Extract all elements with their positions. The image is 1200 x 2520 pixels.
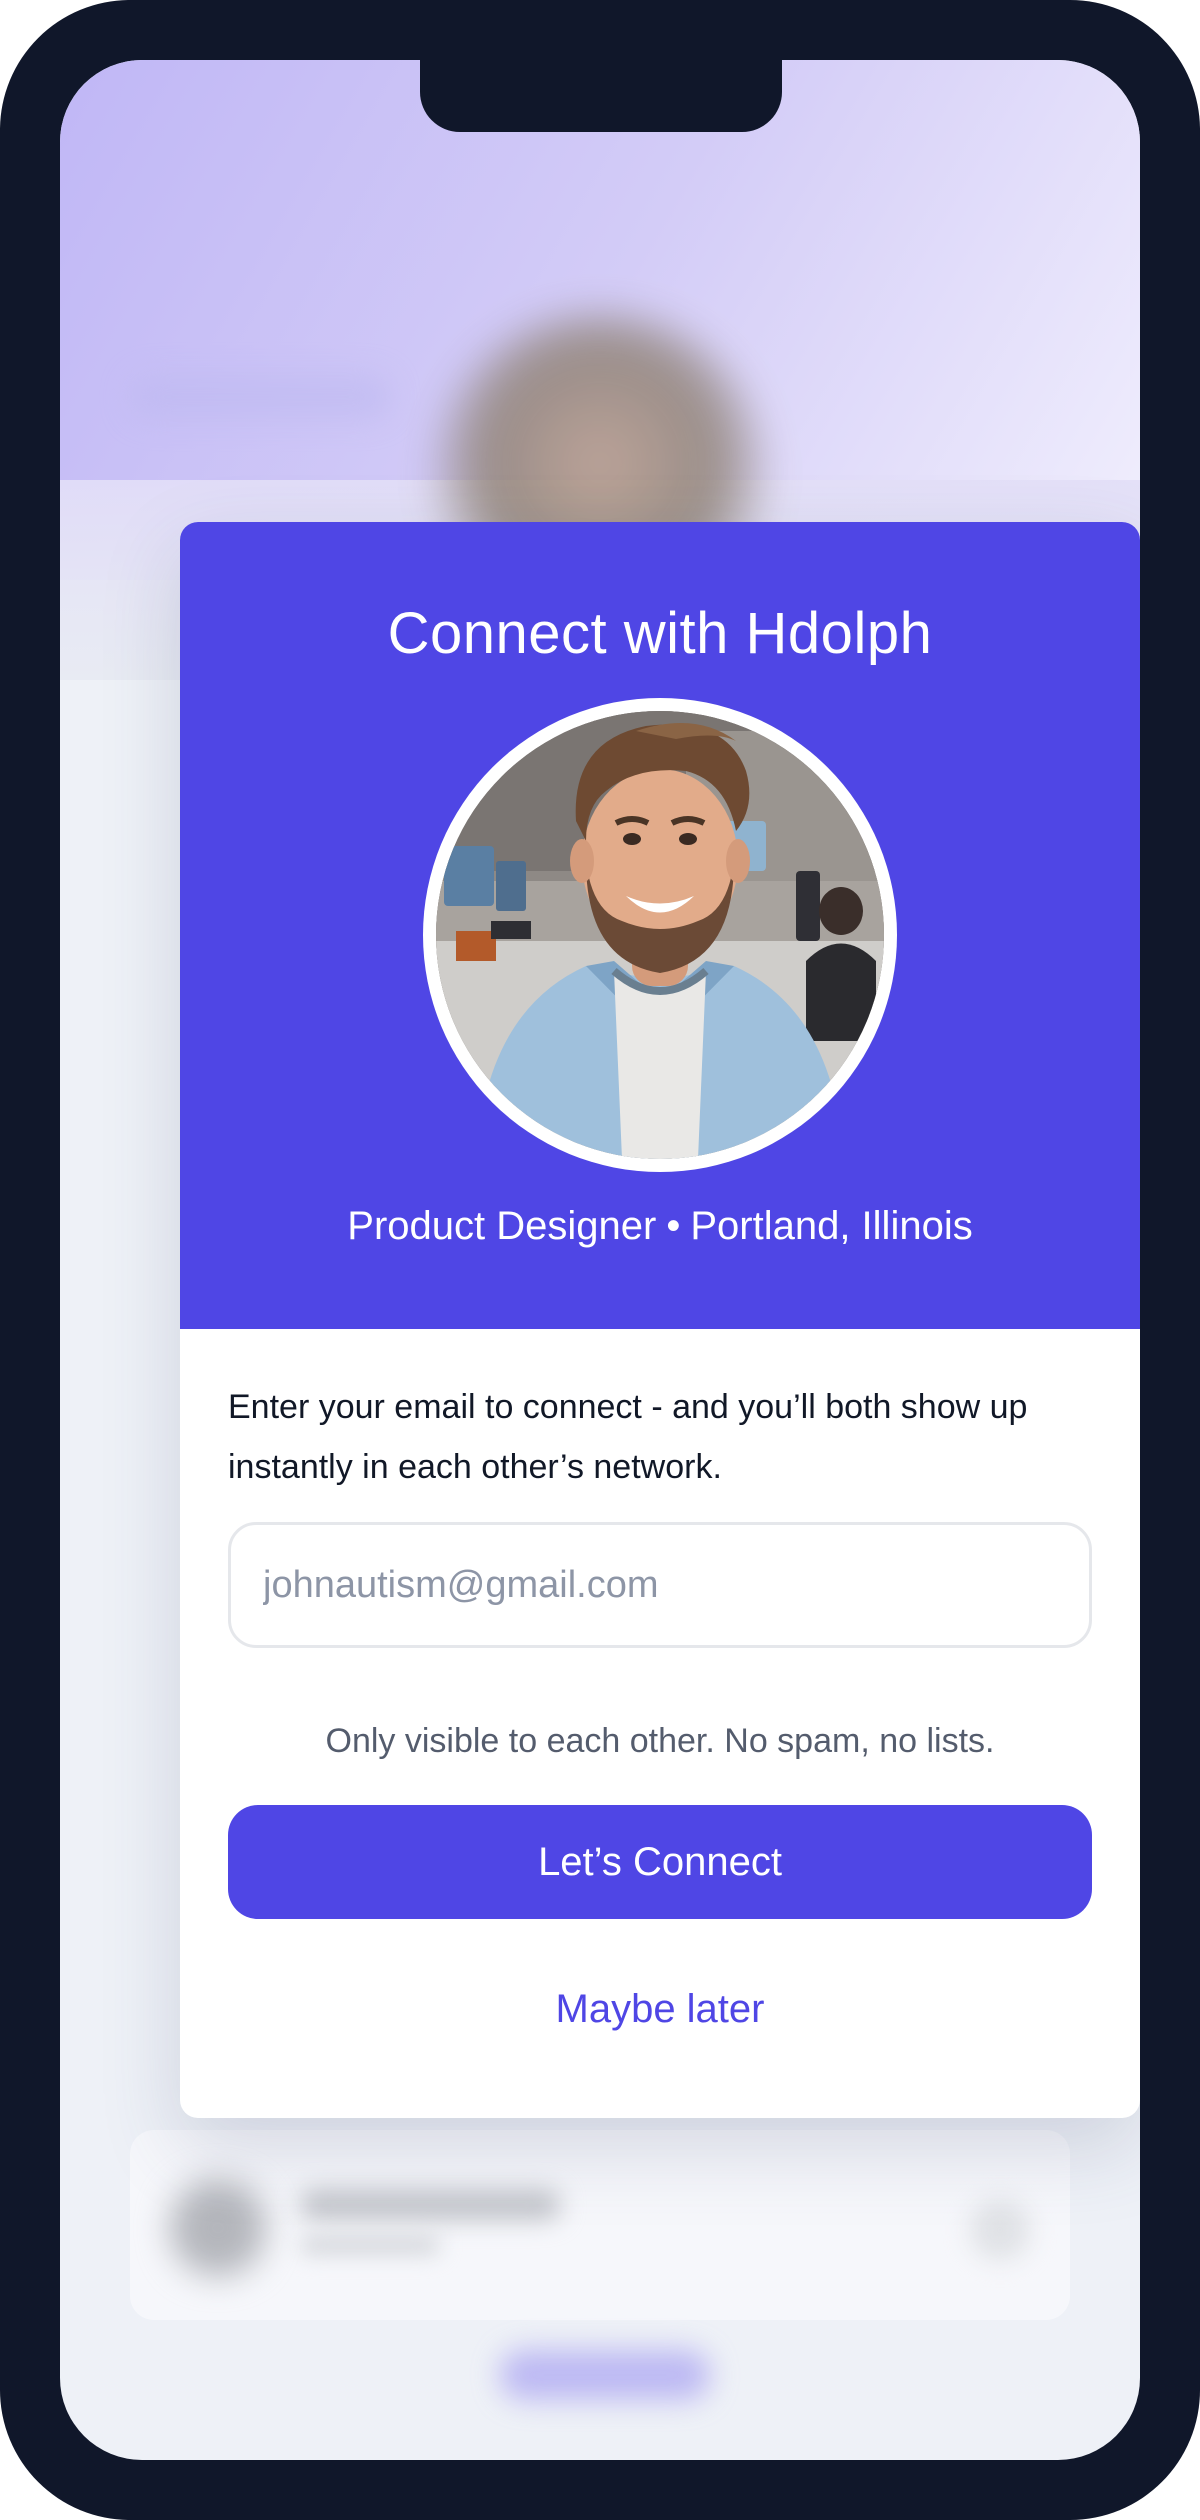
background-blurred-card xyxy=(130,2130,1070,2320)
separator-dot: • xyxy=(666,1204,681,1248)
email-field[interactable] xyxy=(228,1522,1092,1648)
background-blurred-link xyxy=(500,2350,710,2400)
connect-button[interactable]: Let’s Connect xyxy=(228,1805,1092,1919)
profile-role: Product Designer xyxy=(347,1204,657,1248)
phone-screen: Connect with Hdolph Product Designer • P… xyxy=(60,60,1140,2460)
background-blurred-text xyxy=(130,375,390,419)
profile-subtitle: Product Designer • Portland, Illinois xyxy=(180,1204,1140,1249)
phone-frame: Connect with Hdolph Product Designer • P… xyxy=(0,0,1200,2520)
profile-location: Portland, Illinois xyxy=(690,1204,973,1248)
phone-notch xyxy=(420,55,782,132)
modal-title: Connect with Hdolph xyxy=(387,601,933,666)
maybe-later-link[interactable]: Maybe later xyxy=(180,1987,1140,2032)
modal-header: Connect with Hdolph Product Designer • P… xyxy=(180,522,1140,1329)
avatar xyxy=(423,698,897,1172)
connect-modal: Connect with Hdolph Product Designer • P… xyxy=(180,522,1140,2118)
privacy-note: Only visible to each other. No spam, no … xyxy=(325,1722,995,1760)
profile-photo xyxy=(436,711,884,1159)
connect-prompt: Enter your email to connect - and you’ll… xyxy=(228,1388,1028,1486)
profile-photo-icon xyxy=(436,711,884,1159)
